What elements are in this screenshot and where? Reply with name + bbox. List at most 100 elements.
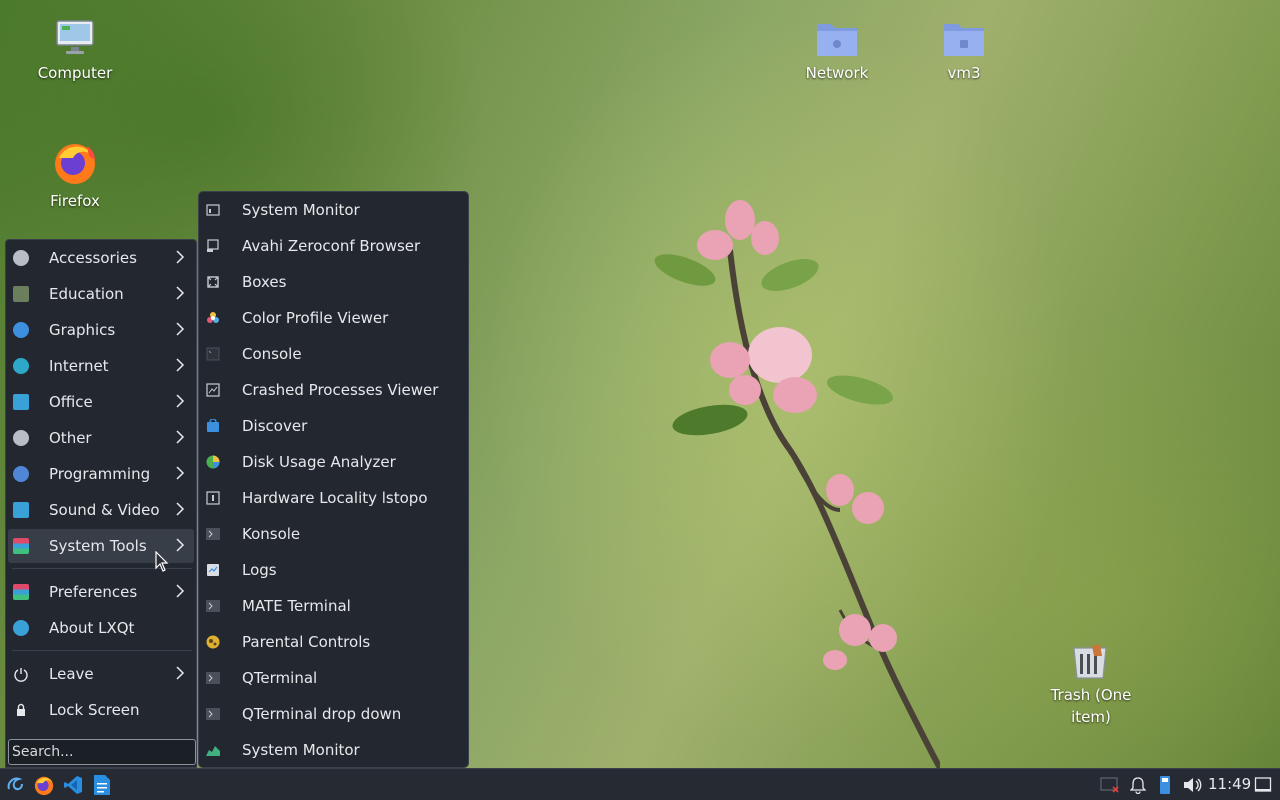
submenu-item-label: Parental Controls (242, 633, 371, 651)
application-menu: Accessories Education Graphics Internet … (5, 239, 197, 768)
boxes-icon (207, 276, 219, 288)
notifications-button[interactable] (1126, 773, 1150, 797)
usb-drive-icon (1160, 776, 1170, 794)
desktop-vm3[interactable]: vm3 (909, 18, 1019, 84)
submenu-item-disk-usage-analyzer[interactable]: Disk Usage Analyzer (201, 444, 467, 480)
submenu-item-label: QTerminal drop down (242, 705, 402, 723)
submenu-item-color-profile-viewer[interactable]: Color Profile Viewer (201, 300, 467, 336)
wallpaper-branch (654, 200, 940, 768)
submenu-item-label: MATE Terminal (242, 597, 351, 615)
menu-item-lock-screen[interactable]: Lock Screen (8, 693, 194, 727)
submenu-item-label: System Monitor (242, 741, 360, 759)
menu-item-label: Internet (49, 357, 109, 375)
submenu-item-discover[interactable]: Discover (201, 408, 467, 444)
chevron-right-icon (176, 394, 185, 408)
submenu-item-label: Hardware Locality lstopo (242, 489, 428, 507)
show-desktop-button[interactable] (1251, 773, 1275, 797)
desktop-icon-label: Network (805, 64, 869, 82)
firefox-icon (34, 776, 54, 796)
chevron-right-icon (176, 358, 185, 372)
submenu-item-label: Color Profile Viewer (242, 309, 389, 327)
sound-video-icon (13, 502, 29, 518)
programming-icon (13, 466, 29, 482)
menu-separator (12, 650, 192, 651)
menu-item-preferences[interactable]: Preferences (8, 575, 194, 609)
disk-usage-icon (206, 455, 220, 469)
menu-item-internet[interactable]: Internet (8, 349, 194, 383)
menu-item-education[interactable]: Education (8, 277, 194, 311)
desktop-icon-label: Computer (37, 64, 113, 82)
network-folder-icon (817, 24, 857, 56)
menu-item-accessories[interactable]: Accessories (8, 241, 194, 275)
submenu-item-crashed-processes-viewer[interactable]: Crashed Processes Viewer (201, 372, 467, 408)
computer-icon (56, 20, 94, 54)
mouse-cursor-icon (155, 551, 169, 572)
other-icon (13, 430, 29, 446)
menu-search-input[interactable] (8, 739, 196, 765)
menu-item-about-lxqt[interactable]: About LXQt (8, 611, 194, 645)
submenu-item-label: Crashed Processes Viewer (242, 381, 439, 399)
chevron-right-icon (176, 502, 185, 516)
taskbar-vscode-button[interactable] (61, 773, 85, 797)
chevron-right-icon (176, 322, 185, 336)
submenu-item-logs[interactable]: Logs (201, 552, 467, 588)
network-status-button[interactable] (1098, 773, 1122, 797)
desktop-icon-label: Trash (One item) (1050, 686, 1132, 726)
lstopo-icon (206, 491, 220, 505)
menu-item-office[interactable]: Office (8, 385, 194, 419)
menu-item-graphics[interactable]: Graphics (8, 313, 194, 347)
menu-item-label: Programming (49, 465, 151, 483)
console-icon (206, 347, 220, 361)
submenu-item-boxes[interactable]: Boxes (201, 264, 467, 300)
submenu-item-konsole[interactable]: Konsole (201, 516, 467, 552)
system-monitor-icon (206, 746, 220, 756)
office-icon (13, 394, 29, 410)
clock[interactable]: 11:49 (1208, 775, 1251, 793)
submenu-item-qterminal-drop-down[interactable]: QTerminal drop down (201, 696, 467, 732)
menu-item-label: Graphics (49, 321, 116, 339)
submenu-item-avahi-zeroconf-browser[interactable]: Avahi Zeroconf Browser (201, 228, 467, 264)
menu-item-label: Preferences (49, 583, 138, 601)
crash-reporter-icon (206, 383, 220, 397)
system-tools-icon (13, 538, 29, 554)
removable-media-button[interactable] (1153, 773, 1177, 797)
desktop-trash[interactable]: Trash (One item) (1036, 642, 1146, 728)
desktop-network[interactable]: Network (782, 18, 892, 84)
menu-item-label: Office (49, 393, 93, 411)
submenu-item-console[interactable]: Console (201, 336, 467, 372)
submenu-item-label: Boxes (242, 273, 287, 291)
submenu-item-mate-terminal[interactable]: MATE Terminal (201, 588, 467, 624)
trash-icon (1073, 644, 1107, 679)
internet-icon (13, 358, 29, 374)
chevron-right-icon (176, 286, 185, 300)
submenu-item-system-monitor[interactable]: System Monitor (201, 192, 467, 228)
submenu-item-qterminal[interactable]: QTerminal (201, 660, 467, 696)
desktop-icon-label: Firefox (50, 192, 100, 210)
desktop-firefox[interactable]: Firefox (20, 138, 130, 212)
submenu-item-label: Disk Usage Analyzer (242, 453, 396, 471)
system-tools-submenu: System Monitor Avahi Zeroconf Browser Bo… (198, 191, 469, 768)
desktop-icon-label: vm3 (947, 64, 981, 82)
lock-icon (17, 703, 25, 716)
submenu-item-parental-controls[interactable]: Parental Controls (201, 624, 467, 660)
power-icon (14, 668, 28, 682)
lxqt-logo-icon (7, 777, 23, 791)
bell-icon (1130, 777, 1146, 794)
submenu-item-label: Console (242, 345, 302, 363)
volume-button[interactable] (1180, 773, 1204, 797)
chevron-right-icon (176, 466, 185, 480)
desktop-computer[interactable]: Computer (20, 18, 130, 84)
submenu-item-hardware-locality-lstopo[interactable]: Hardware Locality lstopo (201, 480, 467, 516)
menu-item-other[interactable]: Other (8, 421, 194, 455)
submenu-item-system-monitor-2[interactable]: System Monitor (201, 732, 467, 768)
menu-item-sound-video[interactable]: Sound & Video (8, 493, 194, 527)
graphics-icon (13, 322, 29, 338)
terminal-icon (206, 672, 220, 684)
submenu-item-label: QTerminal (242, 669, 318, 687)
taskbar-firefox-button[interactable] (32, 773, 56, 797)
menu-item-leave[interactable]: Leave (8, 657, 194, 691)
taskbar-text-editor-button[interactable] (90, 773, 114, 797)
submenu-item-label: Logs (242, 561, 277, 579)
start-menu-button[interactable] (3, 773, 27, 797)
menu-item-programming[interactable]: Programming (8, 457, 194, 491)
